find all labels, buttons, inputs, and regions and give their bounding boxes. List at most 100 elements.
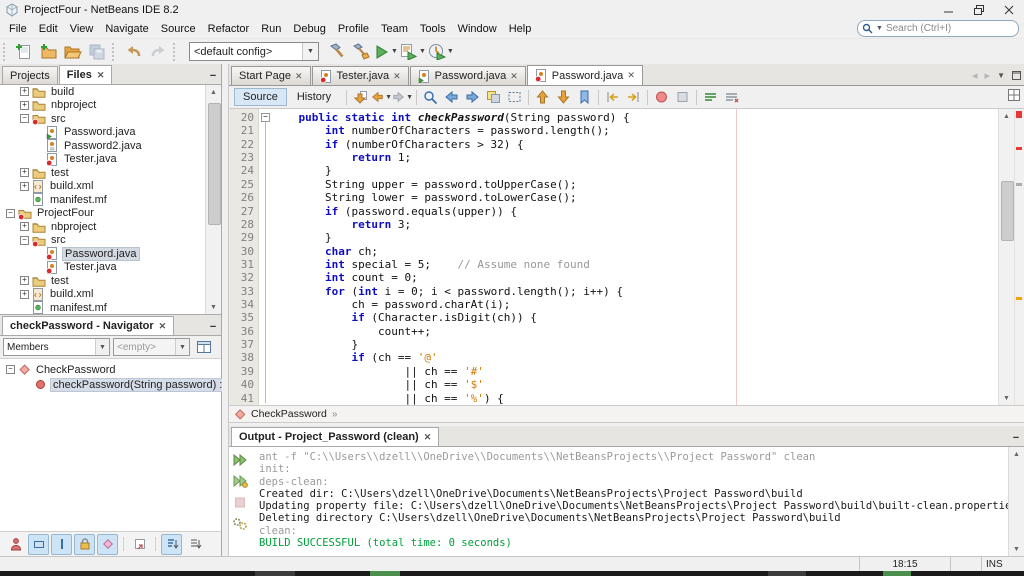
navigator-columns-icon[interactable] [193,337,214,358]
open-project-button[interactable] [61,40,85,63]
scroll-up-icon[interactable]: ▲ [999,109,1014,123]
breadcrumb-item[interactable]: CheckPassword [251,408,327,420]
chevron-down-icon[interactable]: ▼ [406,94,413,101]
code-line[interactable]: for (int i = 0; i < password.length(); i… [272,285,998,298]
restore-button[interactable] [964,0,994,20]
toggle-search-highlight-button[interactable] [483,88,504,107]
close-icon[interactable]: ✕ [97,71,105,80]
scroll-up-icon[interactable]: ▲ [206,85,221,99]
profile-button[interactable]: ▼ [427,40,455,63]
debug-button[interactable]: ▼ [399,40,427,63]
menu-profile[interactable]: Profile [332,21,375,37]
filter-select[interactable]: <empty>▼ [113,338,190,356]
code-line[interactable]: String lower = password.toLowerCase(); [272,191,998,204]
menu-help[interactable]: Help [503,21,538,37]
save-all-button[interactable] [85,40,109,63]
mark-mark[interactable] [1016,183,1022,186]
menu-debug[interactable]: Debug [287,21,331,37]
expand-icon[interactable]: + [20,222,29,231]
sort-by-source-button[interactable] [184,534,205,555]
code-line[interactable]: if (Character.isDigit(ch)) { [272,311,998,324]
tree-item-password2-java[interactable]: Password2.java [0,139,206,153]
code-line[interactable]: if (password.equals(upper)) { [272,205,998,218]
forward-button[interactable]: ▼ [392,88,413,107]
code-line[interactable]: String upper = password.toUpperCase(); [272,178,998,191]
scroll-up-icon[interactable]: ▲ [1009,447,1024,461]
output-console[interactable]: ant -f "C:\\Users\\dzell\\OneDrive\\Docu… [251,447,1008,556]
tree-item-manifest-mf[interactable]: manifest.mf [0,301,206,314]
show-inherited-members-button[interactable] [5,534,26,555]
scroll-down-icon[interactable]: ▼ [1009,542,1024,556]
dock-splitter[interactable] [222,64,229,556]
members-select[interactable]: Members▼ [3,338,110,356]
code-line[interactable]: return 3; [272,218,998,231]
editor-tab-tester-java[interactable]: Tester.java✕ [312,66,409,85]
shift-line-right-button[interactable] [623,88,644,107]
undo-button[interactable] [122,40,146,63]
menu-refactor[interactable]: Refactor [202,21,256,37]
new-file-button[interactable] [13,40,37,63]
close-icon[interactable]: ✕ [424,433,432,442]
editor-tab-password-java[interactable]: Password.java✕ [527,65,643,85]
code-line[interactable]: int numberOfCharacters = password.length… [272,124,998,137]
tree-item-manifest-mf[interactable]: manifest.mf [0,193,206,207]
scroll-down-icon[interactable]: ▼ [999,391,1014,405]
warning-mark[interactable] [1016,297,1022,300]
find-selection-button[interactable] [420,88,441,107]
code-line[interactable]: || ch == '$' [272,378,998,391]
close-icon[interactable]: ✕ [510,72,518,81]
menu-view[interactable]: View [64,21,100,37]
history-view-button[interactable]: History [289,89,339,105]
tab-projects[interactable]: Projects [2,66,58,84]
expand-icon[interactable]: + [20,276,29,285]
error-stripe[interactable] [1014,109,1024,405]
menu-window[interactable]: Window [452,21,503,37]
code-line[interactable]: || ch == '%') { [272,392,998,405]
code-line[interactable]: return 1; [272,151,998,164]
scroll-thumb[interactable] [1001,181,1014,241]
tab-output[interactable]: Output - Project_Password (clean)✕ [231,427,439,446]
detach-window-button[interactable] [129,534,150,555]
tree-item-projectfour[interactable]: −ProjectFour [0,207,206,221]
chevron-right-icon[interactable]: » [332,409,338,420]
chevron-down-icon[interactable]: ▼ [391,48,398,55]
previous-occurrence-button[interactable] [441,88,462,107]
minimize-navigator-button[interactable]: − [205,319,221,335]
code-line[interactable]: int count = 0; [272,271,998,284]
chevron-down-icon[interactable]: ▼ [302,43,318,60]
minimize-button[interactable] [934,0,964,20]
fold-collapse-icon[interactable]: − [261,113,270,122]
code-line[interactable]: int special = 5; // Assume none found [272,258,998,271]
code-line[interactable]: } [272,338,998,351]
code-line[interactable]: || ch == '#' [272,365,998,378]
source-view-button[interactable]: Source [234,88,287,106]
tree-item-password-java[interactable]: Password.java [0,247,206,261]
menu-source[interactable]: Source [155,21,202,37]
shift-line-left-button[interactable] [602,88,623,107]
show-non-public-members-button[interactable] [74,534,95,555]
expand-icon[interactable]: + [20,168,29,177]
error-mark[interactable] [1016,147,1022,150]
code-line[interactable]: if (ch == '@' [272,351,998,364]
ant-settings-button[interactable] [231,515,249,531]
chevron-down-icon[interactable]: ▼ [385,94,392,101]
code-editor[interactable]: 2021222324252627282930313233343536373839… [229,109,1024,406]
navigator-item[interactable]: −CheckPassword [0,362,221,377]
close-button[interactable] [994,0,1024,20]
tree-item-tester-java[interactable]: Tester.java [0,153,206,167]
editor-tab-password-java[interactable]: Password.java✕ [410,66,526,85]
expand-icon[interactable]: + [20,87,29,96]
build-button[interactable] [325,40,349,63]
last-edit-location-button[interactable] [350,88,371,107]
tree-item-nbproject[interactable]: +nbproject [0,99,206,113]
code-fold-column[interactable]: − [259,109,272,405]
rerun-with-options-button[interactable] [231,473,249,489]
tree-item-test[interactable]: +test [0,274,206,288]
scroll-tabs-left-icon[interactable]: ◂ [972,69,978,82]
navigator-item[interactable]: checkPassword(String password) : int [0,377,221,392]
tab-list-caret-icon[interactable]: ▼ [997,71,1005,80]
tree-item-src[interactable]: −src [0,112,206,126]
collapse-icon[interactable]: − [6,209,15,218]
tree-item-password-java[interactable]: Password.java [0,126,206,140]
editor-tab-start-page[interactable]: Start Page✕ [231,66,311,85]
